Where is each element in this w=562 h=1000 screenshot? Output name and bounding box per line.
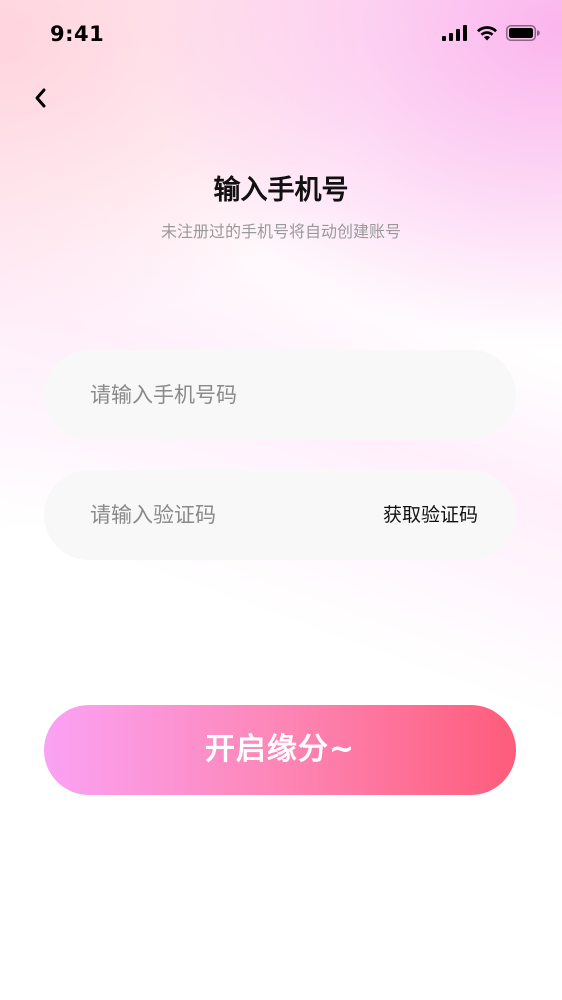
page-title: 输入手机号 [213, 175, 349, 206]
code-field: 获取验证码 [44, 470, 516, 560]
wifi-icon [477, 26, 497, 41]
status-bar: 9:41 [0, 0, 562, 70]
phone-field [44, 350, 516, 440]
get-code-button[interactable]: 获取验证码 [383, 470, 478, 560]
chevron-left-icon [35, 88, 46, 108]
status-icons [442, 25, 540, 41]
verification-code-input[interactable] [90, 470, 370, 560]
signal-icon [442, 25, 467, 41]
back-button[interactable] [24, 82, 56, 114]
status-time: 9:41 [50, 22, 105, 46]
submit-button[interactable]: 开启缘分~ [44, 705, 516, 795]
page-subtitle: 未注册过的手机号将自动创建账号 [160, 222, 401, 241]
phone-input[interactable] [90, 350, 370, 440]
battery-icon [506, 25, 540, 41]
